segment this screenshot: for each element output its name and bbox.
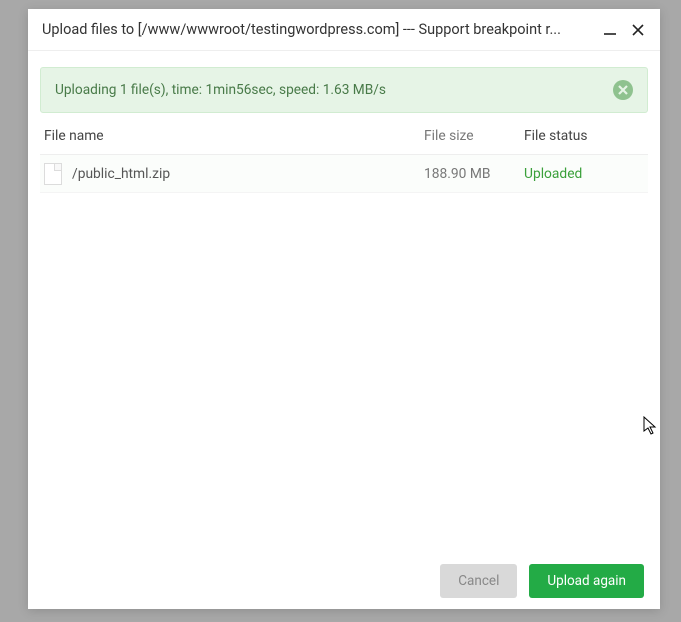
titlebar: Upload files to [/www/wwwroot/testingwor…	[28, 9, 660, 51]
file-icon	[44, 163, 62, 185]
minimize-button[interactable]	[598, 18, 622, 42]
modal-footer: Cancel Upload again	[28, 553, 660, 609]
file-table: File name File size File status /public_…	[40, 117, 648, 553]
upload-modal: Upload files to [/www/wwwroot/testingwor…	[28, 9, 660, 609]
file-name-text: /public_html.zip	[72, 166, 170, 182]
cell-file-status: Uploaded	[524, 166, 644, 182]
col-file-status: File status	[524, 128, 644, 144]
col-file-name: File name	[44, 128, 424, 144]
cell-file-size: 188.90 MB	[424, 166, 524, 182]
alert-close-button[interactable]	[613, 80, 633, 100]
cell-file-name: /public_html.zip	[44, 163, 424, 185]
cancel-button[interactable]: Cancel	[440, 564, 517, 598]
upload-status-alert: Uploading 1 file(s), time: 1min56sec, sp…	[40, 67, 648, 113]
modal-body: Uploading 1 file(s), time: 1min56sec, sp…	[28, 51, 660, 553]
table-row: /public_html.zip 188.90 MB Uploaded	[40, 155, 648, 193]
table-header: File name File size File status	[40, 117, 648, 155]
upload-status-text: Uploading 1 file(s), time: 1min56sec, sp…	[55, 82, 613, 98]
close-button[interactable]	[626, 18, 650, 42]
col-file-size: File size	[424, 128, 524, 144]
upload-again-button[interactable]: Upload again	[529, 564, 644, 598]
window-title: Upload files to [/www/wwwroot/testingwor…	[42, 21, 594, 38]
